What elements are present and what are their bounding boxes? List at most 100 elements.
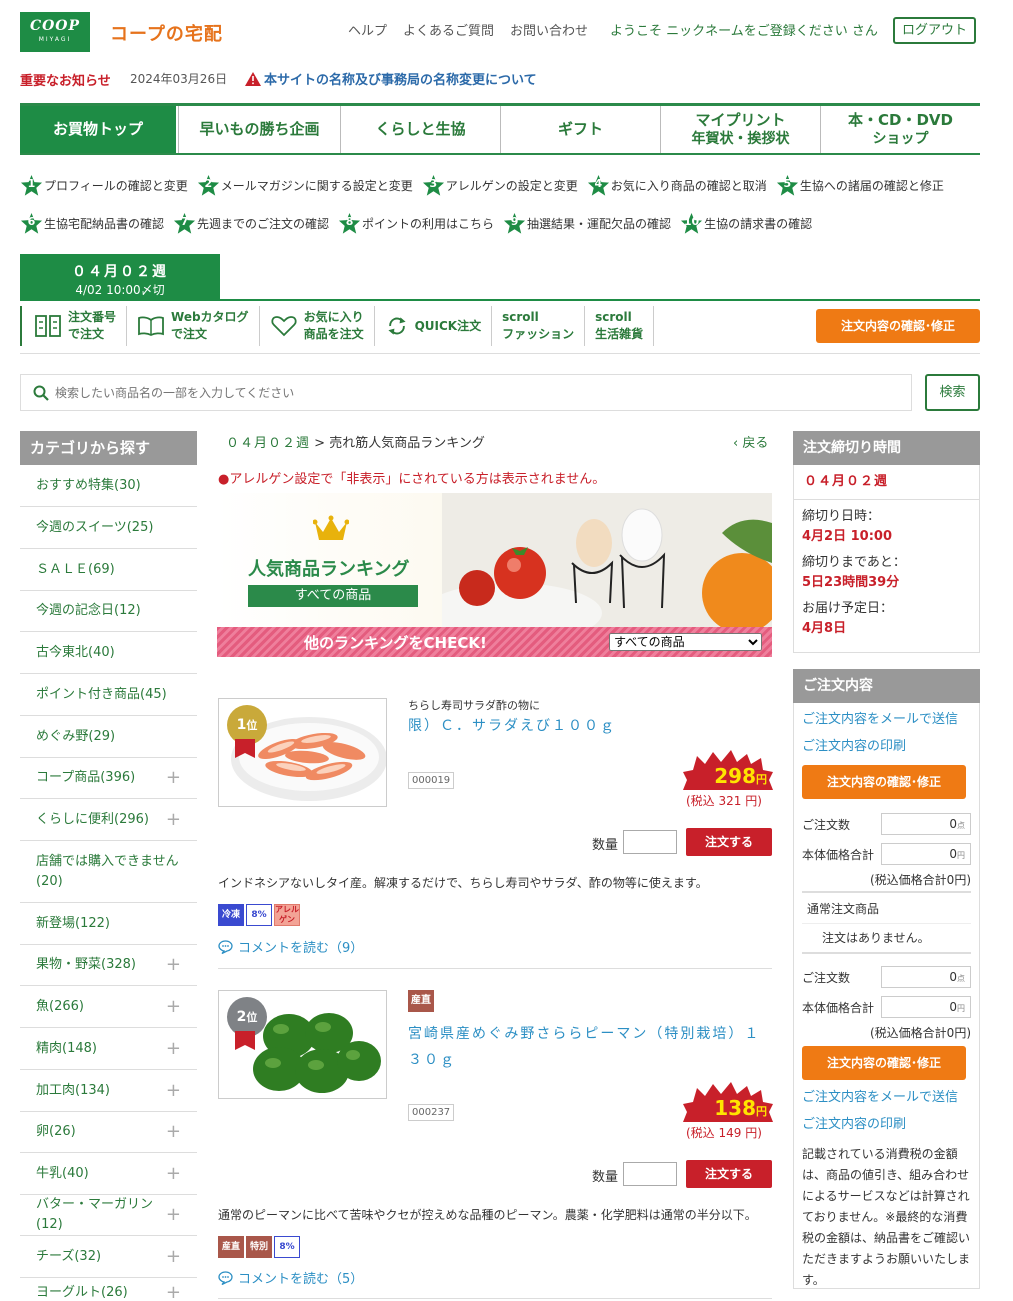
category-item[interactable]: ポイント付き商品(45): [20, 674, 197, 716]
search-button[interactable]: 検索: [925, 374, 980, 411]
category-item[interactable]: めぐみ野(29): [20, 716, 197, 758]
category-label: バター・マーガリン(12): [36, 1197, 154, 1232]
numbered-link[interactable]: 9 抽選結果・運配欠品の確認: [503, 212, 671, 235]
expand-plus-icon[interactable]: +: [166, 768, 181, 788]
welcome-message[interactable]: ようこそ ニックネームをご登録ください さん: [610, 20, 878, 39]
order-total-unit: 円: [957, 851, 965, 860]
category-item[interactable]: 加工肉(134) +: [20, 1070, 197, 1112]
order-confirm-button[interactable]: 注文内容の確認･修正: [802, 1046, 966, 1080]
read-comments-link[interactable]: コメントを読む（9）: [218, 937, 363, 956]
numbered-link[interactable]: 1 プロフィールの確認と変更: [20, 174, 188, 197]
product-name[interactable]: 宮崎県産めぐみ野さららピーマン（特別栽培）１３０ｇ: [408, 1021, 773, 1073]
faq-link[interactable]: よくあるご質問: [403, 20, 494, 39]
help-link[interactable]: ヘルプ: [348, 20, 387, 39]
expand-plus-icon[interactable]: +: [166, 996, 181, 1017]
category-label: 今週のスイーツ(25): [36, 519, 154, 535]
numbered-link[interactable]: 6 生協宅配納品書の確認: [20, 212, 164, 235]
nav-myprint[interactable]: マイプリント 年賀状・挨拶状: [660, 106, 820, 153]
nav-label: 本・CD・DVD: [848, 110, 953, 129]
category-item[interactable]: コープ商品(396) +: [20, 758, 197, 799]
search-input[interactable]: [55, 385, 875, 400]
mail-order-link[interactable]: ご注文内容をメールで送信: [794, 1084, 979, 1111]
order-panel-header: ご注文内容: [793, 669, 980, 703]
category-item[interactable]: 新登場(122): [20, 903, 197, 945]
nav-shopping-top[interactable]: お買物トップ: [20, 106, 176, 153]
print-order-link[interactable]: ご注文内容の印刷: [794, 733, 979, 760]
logo-subtext: MIYAGI: [38, 36, 72, 43]
order-button[interactable]: 注文する: [686, 1160, 772, 1188]
numbered-link[interactable]: 8 ポイントの利用はこちら: [338, 212, 494, 235]
scroll-living-goods[interactable]: scroll 生活雑貨: [584, 306, 655, 346]
numbered-link[interactable]: 3 アレルゲンの設定と変更: [422, 174, 578, 197]
print-order-link[interactable]: ご注文内容の印刷: [794, 1111, 979, 1138]
contact-link[interactable]: お問い合わせ: [510, 20, 588, 39]
nav-book-cd-dvd[interactable]: 本・CD・DVD ショップ: [820, 106, 980, 153]
logout-button[interactable]: ログアウト: [893, 17, 976, 44]
category-item[interactable]: 古今東北(40): [20, 632, 197, 674]
nav-early-bird[interactable]: 早いもの勝ち企画: [178, 106, 340, 153]
quick-order[interactable]: QUICK注文: [373, 306, 492, 346]
numbered-link[interactable]: 10 生協の請求書の確認: [680, 212, 812, 235]
numbered-link-label: 抽選結果・運配欠品の確認: [527, 217, 672, 231]
notice-link[interactable]: 本サイトの名称及び事務局の名称変更について: [245, 69, 537, 88]
expand-plus-icon[interactable]: +: [166, 955, 181, 975]
category-item[interactable]: 卵(26) +: [20, 1112, 197, 1153]
scroll-fashion[interactable]: scroll ファッション: [491, 306, 584, 346]
expand-plus-icon[interactable]: +: [166, 1038, 181, 1059]
order-panel: ご注文内容をメールで送信 ご注文内容の印刷 注文内容の確認･修正 ご注文数 0点 …: [793, 703, 980, 1289]
numbered-link[interactable]: 2 メールマガジンに関する設定と変更: [197, 174, 413, 197]
read-comments-link[interactable]: コメントを読む（5）: [218, 1268, 363, 1287]
category-item[interactable]: くらしに便利(296) +: [20, 799, 197, 841]
order-by-number[interactable]: 注文番号 で注文: [20, 306, 126, 346]
category-item[interactable]: バター・マーガリン(12) +: [20, 1195, 197, 1236]
category-item[interactable]: 魚(266) +: [20, 986, 197, 1028]
expand-plus-icon[interactable]: +: [166, 1163, 181, 1184]
category-item[interactable]: 果物・野菜(328) +: [20, 945, 197, 986]
ranking-category-select[interactable]: すべての商品: [609, 633, 762, 651]
expand-plus-icon[interactable]: +: [166, 1282, 181, 1301]
mail-order-link[interactable]: ご注文内容をメールで送信: [794, 703, 979, 733]
order-number-icon: [35, 315, 61, 337]
category-item[interactable]: 精肉(148) +: [20, 1028, 197, 1070]
quantity-input[interactable]: [623, 1162, 677, 1186]
nav-life-coop[interactable]: くらしと生協: [340, 106, 500, 153]
nav-gift[interactable]: ギフト: [500, 106, 660, 153]
week-tab[interactable]: ０４月０２週 4/02 10:00〆切: [20, 254, 220, 300]
quantity-input[interactable]: [623, 830, 677, 854]
product-image-1[interactable]: 1位: [218, 698, 387, 807]
breadcrumb-current: 売れ筋人気商品ランキング: [329, 436, 485, 451]
product-description: 通常のピーマンに比べて苦味やクセが控えめな品種のピーマン。農薬・化学肥料は通常の…: [218, 1208, 757, 1222]
order-favorites[interactable]: お気に入り 商品を注文: [258, 306, 374, 346]
numbered-link[interactable]: 5 生協への諸届の確認と修正: [776, 174, 944, 197]
product-image-2[interactable]: 2位: [218, 990, 387, 1099]
expand-plus-icon[interactable]: +: [166, 1205, 181, 1225]
order-confirm-button-top[interactable]: 注文内容の確認･修正: [816, 309, 980, 343]
site-name[interactable]: コープの宅配: [110, 20, 223, 46]
category-label: 新登場(122): [36, 915, 110, 931]
expand-plus-icon[interactable]: +: [166, 1122, 181, 1142]
numbered-link[interactable]: 7 先週までのご注文の確認: [173, 212, 329, 235]
expand-plus-icon[interactable]: +: [166, 1246, 181, 1267]
category-item[interactable]: ヨーグルト(26) +: [20, 1278, 197, 1301]
order-button[interactable]: 注文する: [686, 828, 772, 856]
back-link[interactable]: ‹ 戻る: [733, 432, 768, 451]
breadcrumb-week[interactable]: ０４月０２週: [226, 436, 310, 451]
category-item[interactable]: 店舗では購入できません(20): [20, 841, 197, 903]
order-by-web-catalog[interactable]: Webカタログ で注文: [126, 306, 259, 346]
expand-plus-icon[interactable]: +: [166, 1080, 181, 1101]
category-item[interactable]: 牛乳(40) +: [20, 1153, 197, 1195]
expand-plus-icon[interactable]: +: [166, 809, 181, 830]
rank-suffix: 位: [246, 719, 258, 732]
category-label: めぐみ野(29): [36, 728, 116, 744]
order-confirm-button[interactable]: 注文内容の確認･修正: [802, 765, 966, 799]
coop-logo[interactable]: COOP MIYAGI: [20, 12, 90, 52]
product-name[interactable]: 限）Ｃ．サラダえび１００ｇ: [408, 713, 773, 739]
price-value: 138円: [714, 1096, 767, 1120]
numbered-link[interactable]: 4 お気に入り商品の確認と取消: [587, 174, 767, 197]
category-item[interactable]: 今週の記念日(12): [20, 591, 197, 632]
star-number: 6: [27, 215, 36, 228]
category-item[interactable]: チーズ(32) +: [20, 1236, 197, 1278]
category-item[interactable]: おすすめ特集(30): [20, 465, 197, 507]
category-item[interactable]: ＳＡＬＥ(69): [20, 549, 197, 591]
category-item[interactable]: 今週のスイーツ(25): [20, 507, 197, 549]
